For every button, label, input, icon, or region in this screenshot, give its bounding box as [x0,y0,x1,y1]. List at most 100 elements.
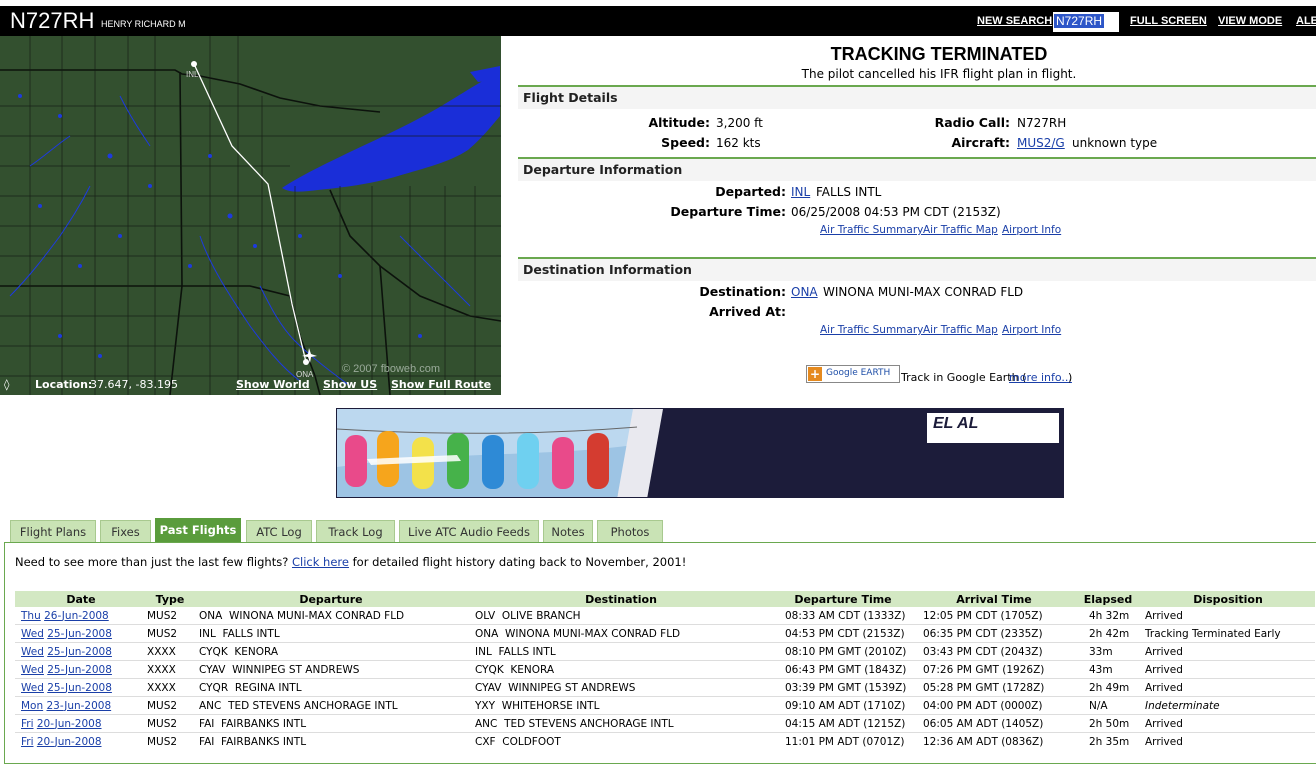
date-link[interactable]: 25-Jun-2008 [47,628,112,640]
dst-code: OLV [475,609,496,622]
table-header-row: Date Type Departure Destination Departur… [15,591,1315,607]
dep-airport-info-link[interactable]: Airport Info [1002,224,1061,236]
col-elapsed[interactable]: Elapsed [1075,591,1141,607]
cell-departure: CYQK KENORA [193,642,469,661]
new-search-link[interactable]: NEW SEARCH [977,15,1052,27]
google-earth-more-info-link[interactable]: more info... [1009,371,1072,384]
table-row: Wed 25-Jun-2008 XXXX CYAV WINNIPEG ST ANDR… [15,660,1315,679]
search-input[interactable]: N727RH [1053,12,1119,32]
google-earth-button[interactable]: + Google EARTH [806,365,900,383]
advertisement-banner[interactable]: EL AL [336,408,1064,498]
cell-elapsed: N/A [1075,696,1141,715]
dst-air-traffic-summary-link[interactable]: Air Traffic Summary [820,324,923,336]
tab-atc-log[interactable]: ATC Log [246,520,312,542]
flight-details-header: Flight Details [518,85,1316,109]
col-departure[interactable]: Departure [193,591,469,607]
date-link[interactable]: 20-Jun-2008 [37,736,102,748]
origin-label: INL [186,70,199,79]
dst-air-traffic-map-link[interactable]: Air Traffic Map [923,324,998,336]
cell-elapsed: 2h 49m [1075,678,1141,697]
tab-fixes[interactable]: Fixes [100,520,151,542]
col-destination[interactable]: Destination [469,591,773,607]
cell-date: Wed 25-Jun-2008 [15,660,147,679]
tab-live-atc-audio[interactable]: Live ATC Audio Feeds [399,520,539,542]
cell-arrival-time: 06:35 PM CDT (2335Z) [913,624,1075,643]
day-link[interactable]: Fri [21,736,34,748]
show-us-link[interactable]: Show US [323,378,377,391]
cell-type: XXXX [147,660,193,679]
day-link[interactable]: Wed [21,646,44,658]
flight-map[interactable]: INL ONA © 2007 fboweb.com [0,36,501,395]
dst-airport-info-link[interactable]: Airport Info [1002,324,1061,336]
tab-past-flights[interactable]: Past Flights [155,518,241,542]
departure-airport-link[interactable]: INL [791,185,810,199]
google-earth-close-paren: ) [1068,371,1073,384]
lake-superior [282,72,500,192]
dep-name: FAIRBANKS INTL [221,717,307,730]
show-world-link[interactable]: Show World [236,378,310,391]
day-link[interactable]: Thu [21,610,41,622]
cell-elapsed: 2h 35m [1075,732,1141,750]
date-link[interactable]: 20-Jun-2008 [37,718,102,730]
dep-name: REGINA INTL [234,681,302,694]
aircraft-code-link[interactable]: MUS2/G [1017,136,1065,150]
tab-notes[interactable]: Notes [543,520,593,542]
date-link[interactable]: 26-Jun-2008 [44,610,109,622]
map-controls: ◊ Location: 37.647, -83.195 Show World S… [0,375,501,395]
dep-code: CYQK [199,645,228,658]
detailed-history-link[interactable]: Click here [292,555,349,569]
cell-disposition: Arrived [1141,732,1315,750]
cell-arrival-time: 06:05 AM ADT (1405Z) [913,714,1075,733]
date-link[interactable]: 23-Jun-2008 [46,700,111,712]
day-link[interactable]: Wed [21,682,44,694]
destination-airport-name: WINONA MUNI-MAX CONRAD FLD [823,285,1024,299]
alerts-link[interactable]: ALE [1296,15,1316,27]
destination-airport-link[interactable]: ONA [791,285,818,299]
dst-code: ANC [475,717,498,730]
tab-track-log[interactable]: Track Log [316,520,395,542]
tab-photos[interactable]: Photos [597,520,663,542]
day-link[interactable]: Wed [21,664,44,676]
dep-air-traffic-map-link[interactable]: Air Traffic Map [923,224,998,236]
date-link[interactable]: 25-Jun-2008 [47,646,112,658]
tab-flight-plans[interactable]: Flight Plans [10,520,96,542]
cell-type: MUS2 [147,624,193,643]
cell-date: Fri 20-Jun-2008 [15,714,147,733]
col-date[interactable]: Date [15,591,147,607]
cell-departure-time: 11:01 PM ADT (0701Z) [773,732,913,750]
departure-time-label: Departure Time: [670,204,786,219]
altitude-value: 3,200 ft [716,116,763,130]
cell-departure: FAI FAIRBANKS INTL [193,732,469,750]
cell-disposition: Tracking Terminated Early [1141,624,1315,643]
departure-time-value: 06/25/2008 04:53 PM CDT (2153Z) [791,205,1001,219]
speed-value: 162 kts [716,136,761,150]
col-arrival-time[interactable]: Arrival Time [913,591,1075,607]
table-row: Wed 25-Jun-2008 MUS2 INL FALLS INTL ONA WIN… [15,624,1315,643]
cell-type: XXXX [147,642,193,661]
col-type[interactable]: Type [147,591,193,607]
dep-name: WINNIPEG ST ANDREWS [232,663,360,676]
cell-arrival-time: 07:26 PM GMT (1926Z) [913,660,1075,679]
date-link[interactable]: 25-Jun-2008 [47,682,112,694]
cell-disposition: Arrived [1141,642,1315,661]
cell-arrival-time: 04:00 PM ADT (0000Z) [913,696,1075,715]
full-screen-link[interactable]: FULL SCREEN [1130,15,1207,27]
date-link[interactable]: 25-Jun-2008 [47,664,112,676]
view-mode-link[interactable]: VIEW MODE [1218,15,1282,27]
cell-type: MUS2 [147,732,193,750]
banner-brand: EL AL [933,415,979,432]
show-full-route-link[interactable]: Show Full Route [391,378,491,391]
altitude-label: Altitude: [648,115,710,130]
pan-icon[interactable]: ◊ [4,378,9,391]
col-disposition[interactable]: Disposition [1141,591,1315,607]
intro-text-before: Need to see more than just the last few … [15,555,289,569]
col-departure-time[interactable]: Departure Time [773,591,913,607]
day-link[interactable]: Mon [21,700,43,712]
day-link[interactable]: Fri [21,718,34,730]
dep-air-traffic-summary-link[interactable]: Air Traffic Summary [820,224,923,236]
day-link[interactable]: Wed [21,628,44,640]
cell-disposition: Arrived [1141,678,1315,697]
dst-name: OLIVE BRANCH [501,609,581,622]
cell-disposition: Arrived [1145,609,1183,622]
cell-departure-time: 08:10 PM GMT (2010Z) [773,642,913,661]
